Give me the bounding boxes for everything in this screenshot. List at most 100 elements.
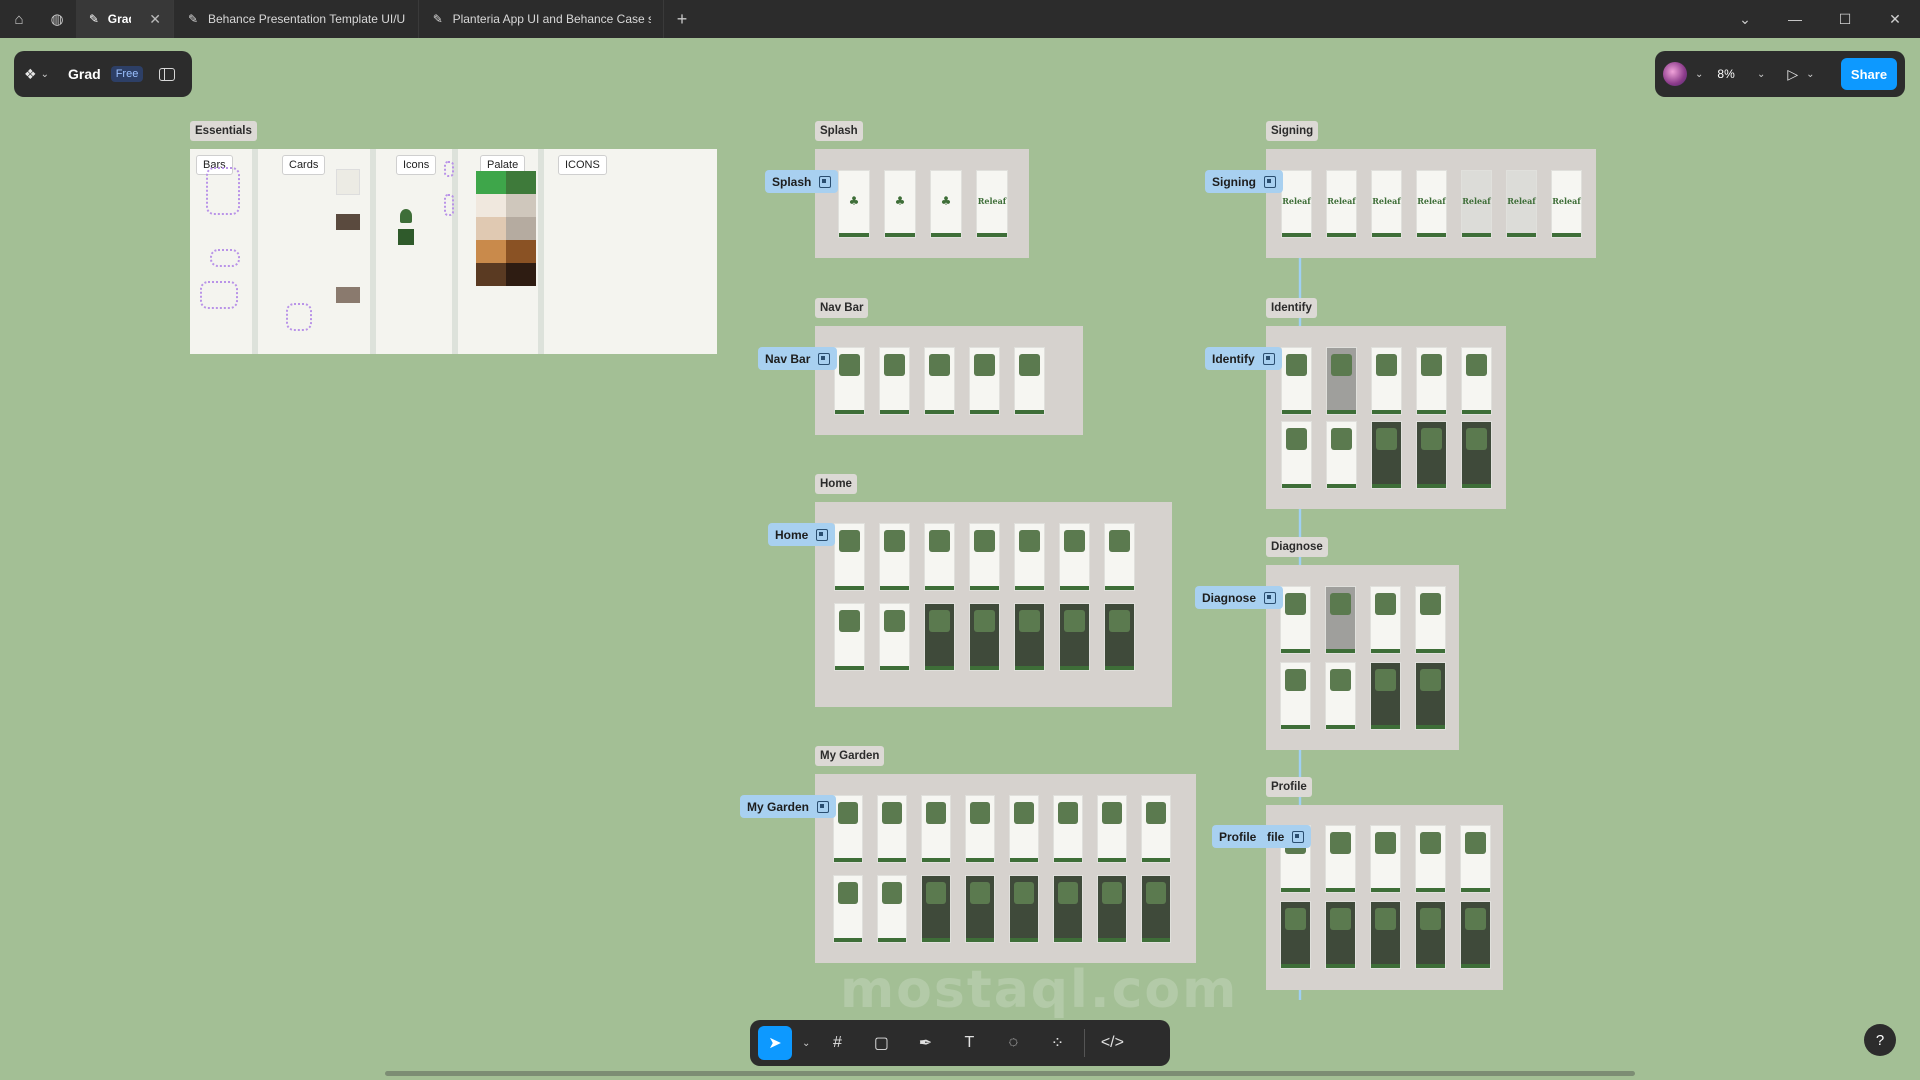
chevron-down-icon[interactable]: ⌄ xyxy=(1695,69,1703,80)
flow-start-home[interactable]: Home xyxy=(768,523,836,546)
horizontal-scrollbar[interactable] xyxy=(385,1071,1635,1076)
tab-behance-template[interactable]: ✎ Behance Presentation Template UI/U xyxy=(174,0,419,38)
screen-frame[interactable]: Releaf xyxy=(1506,170,1537,238)
section-label-home[interactable]: Home xyxy=(815,474,857,494)
globe-icon[interactable]: ◍ xyxy=(38,0,76,38)
frame-tool-button[interactable]: # xyxy=(820,1026,854,1060)
screen-frame[interactable]: Releaf xyxy=(1371,170,1402,238)
move-tool-button[interactable]: ➤ xyxy=(758,1026,792,1060)
screen-frame[interactable]: ♣ xyxy=(838,170,870,238)
close-window-button[interactable]: ✕ xyxy=(1870,0,1920,38)
flow-start-diagnose[interactable]: Diagnose xyxy=(1195,586,1284,609)
tab-grad[interactable]: ✎ Grad ✕ xyxy=(76,0,174,38)
new-tab-button[interactable]: + xyxy=(664,0,700,38)
screen-frame[interactable] xyxy=(1370,901,1401,969)
section-label-essentials[interactable]: Essentials xyxy=(190,121,257,141)
screen-frame[interactable] xyxy=(1415,586,1446,654)
screen-frame[interactable] xyxy=(1014,523,1045,591)
flow-start-splash[interactable]: Splash xyxy=(765,170,839,193)
screen-frame[interactable] xyxy=(877,875,907,943)
section-label-signing[interactable]: Signing xyxy=(1266,121,1319,141)
screen-frame[interactable] xyxy=(969,523,1000,591)
screen-frame[interactable] xyxy=(1325,825,1356,893)
screen-frame[interactable]: Releaf xyxy=(976,170,1008,238)
screen-frame[interactable] xyxy=(1097,875,1127,943)
screen-frame[interactable] xyxy=(1460,825,1491,893)
screen-frame[interactable] xyxy=(834,603,865,671)
chevron-down-icon[interactable]: ⌄ xyxy=(1806,69,1814,80)
screen-frame[interactable] xyxy=(1141,875,1171,943)
screen-frame[interactable] xyxy=(1415,901,1446,969)
screen-frame[interactable] xyxy=(1325,586,1356,654)
screen-frame[interactable] xyxy=(833,875,863,943)
screen-frame[interactable] xyxy=(924,523,955,591)
screen-frame[interactable] xyxy=(1416,347,1447,415)
screen-frame[interactable]: Releaf xyxy=(1461,170,1492,238)
avatar[interactable] xyxy=(1663,62,1687,86)
section-label-my-garden[interactable]: My Garden xyxy=(815,746,885,766)
screen-frame[interactable] xyxy=(1371,421,1402,489)
screen-frame[interactable] xyxy=(1009,875,1039,943)
screen-frame[interactable] xyxy=(924,347,955,415)
components-button[interactable]: ⁘ xyxy=(1040,1026,1074,1060)
screen-frame[interactable] xyxy=(1281,421,1312,489)
screen-frame[interactable] xyxy=(1059,523,1090,591)
screen-frame[interactable]: ♣ xyxy=(930,170,962,238)
flow-start-my-garden[interactable]: My Garden xyxy=(740,795,837,818)
comment-tool-button[interactable]: ◌ xyxy=(996,1026,1030,1060)
screen-frame[interactable] xyxy=(1461,421,1492,489)
screen-frame[interactable] xyxy=(965,875,995,943)
screen-frame[interactable] xyxy=(1097,795,1127,863)
screen-frame[interactable] xyxy=(1141,795,1171,863)
screen-frame[interactable] xyxy=(1415,825,1446,893)
screen-frame[interactable] xyxy=(1371,347,1402,415)
screen-frame[interactable] xyxy=(1325,662,1356,730)
screen-frame[interactable]: Releaf xyxy=(1281,170,1312,238)
section-label-diagnose[interactable]: Diagnose xyxy=(1266,537,1328,557)
chevron-down-icon[interactable]: ⌄ xyxy=(802,1038,810,1049)
screen-frame[interactable] xyxy=(1014,603,1045,671)
flow-start-identify[interactable]: Identify xyxy=(1205,347,1282,370)
screen-frame[interactable] xyxy=(1280,901,1311,969)
screen-frame[interactable] xyxy=(879,523,910,591)
screen-frame[interactable]: Releaf xyxy=(1326,170,1357,238)
screen-frame[interactable] xyxy=(921,795,951,863)
screen-frame[interactable] xyxy=(877,795,907,863)
screen-frame[interactable] xyxy=(1009,795,1039,863)
screen-frame[interactable] xyxy=(1416,421,1447,489)
essentials-frame[interactable]: Bars Cards Icons Palate ICONS xyxy=(190,149,717,354)
chevron-down-icon[interactable]: ⌄ xyxy=(1720,0,1770,38)
screen-frame[interactable] xyxy=(1370,586,1401,654)
screen-frame[interactable] xyxy=(1104,603,1135,671)
screen-frame[interactable] xyxy=(924,603,955,671)
minimize-button[interactable]: — xyxy=(1770,0,1820,38)
screen-frame[interactable] xyxy=(969,347,1000,415)
file-name[interactable]: Grad xyxy=(68,66,101,82)
flow-start-profile-file[interactable]: file xyxy=(1260,825,1312,848)
screen-frame[interactable] xyxy=(1281,347,1312,415)
share-button[interactable]: Share xyxy=(1841,58,1897,90)
tab-planteria[interactable]: ✎ Planteria App UI and Behance Case st xyxy=(419,0,664,38)
sidebar-toggle-icon[interactable] xyxy=(159,67,176,81)
play-icon[interactable]: ▷ xyxy=(1787,66,1798,83)
home-icon[interactable]: ⌂ xyxy=(0,0,38,38)
screen-frame[interactable] xyxy=(1104,523,1135,591)
screen-frame[interactable] xyxy=(969,603,1000,671)
screen-frame[interactable] xyxy=(834,347,865,415)
screen-frame[interactable] xyxy=(1326,421,1357,489)
screen-frame[interactable]: Releaf xyxy=(1416,170,1447,238)
section-label-profile[interactable]: Profile xyxy=(1266,777,1312,797)
text-tool-button[interactable]: T xyxy=(952,1026,986,1060)
screen-frame[interactable] xyxy=(1059,603,1090,671)
screen-frame[interactable] xyxy=(1280,586,1311,654)
screen-frame[interactable] xyxy=(879,347,910,415)
section-label-identify[interactable]: Identify xyxy=(1266,298,1317,318)
flow-start-signing[interactable]: Signing xyxy=(1205,170,1283,193)
section-my-garden[interactable] xyxy=(815,774,1196,963)
screen-frame[interactable] xyxy=(1014,347,1045,415)
screen-frame[interactable] xyxy=(1280,662,1311,730)
screen-frame[interactable] xyxy=(834,523,865,591)
dev-mode-button[interactable]: </> xyxy=(1095,1026,1129,1060)
screen-frame[interactable] xyxy=(1370,825,1401,893)
screen-frame[interactable] xyxy=(1053,875,1083,943)
